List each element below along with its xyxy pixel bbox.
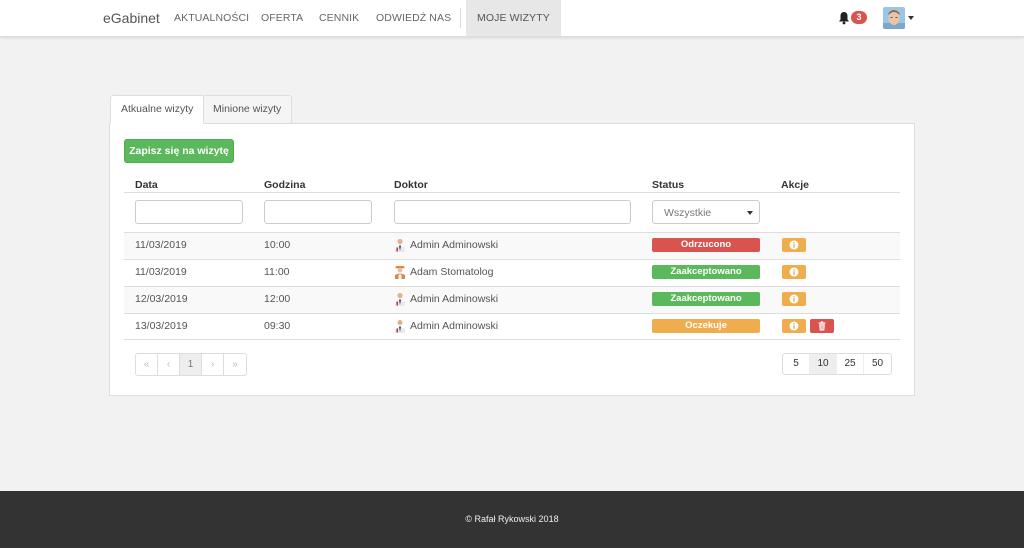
page-size-option[interactable]: 5 — [783, 354, 810, 374]
column-header-status: Status — [652, 179, 685, 191]
info-button[interactable] — [782, 319, 806, 333]
page-prev-button[interactable]: ‹ — [158, 354, 180, 375]
doctor-avatar-icon — [395, 292, 405, 306]
book-visit-button[interactable]: Zapisz się na wizytę — [124, 139, 234, 163]
info-button[interactable] — [782, 238, 806, 252]
page-size-option[interactable]: 50 — [864, 354, 891, 374]
date-filter-input[interactable] — [135, 200, 243, 224]
time-filter-input[interactable] — [264, 200, 372, 224]
info-icon — [789, 267, 799, 277]
table-row: 11/03/2019 10:00 Admin Adminowski Odrzuc… — [124, 232, 900, 259]
cell-time: 09:30 — [264, 320, 291, 332]
nav-item-offer[interactable]: OFERTA — [261, 0, 303, 36]
tab-current-visits[interactable]: Atkualne wizyty — [110, 95, 205, 124]
cell-doctor: Admin Adminowski — [410, 293, 499, 305]
table-row: 13/03/2019 09:30 Admin Adminowski Oczeku… — [124, 313, 900, 340]
table-row: 12/03/2019 12:00 Admin Adminowski Zaakce… — [124, 286, 900, 313]
info-icon — [789, 321, 799, 331]
page-current-button[interactable]: 1 — [180, 354, 202, 375]
nav-item-pricing[interactable]: CENNIK — [319, 0, 359, 36]
page-size-option[interactable]: 25 — [837, 354, 864, 374]
doctor-avatar-icon — [395, 319, 405, 333]
cell-doctor: Admin Adminowski — [410, 239, 499, 251]
cell-date: 13/03/2019 — [135, 320, 188, 332]
status-filter-value: Wszystkie — [664, 207, 712, 219]
page-last-button[interactable]: » — [224, 354, 246, 375]
info-button[interactable] — [782, 265, 806, 279]
info-icon — [789, 294, 799, 304]
nav-divider — [460, 8, 461, 28]
tab-past-visits[interactable]: Minione wizyty — [202, 95, 293, 124]
pagination: « ‹ 1 › » — [135, 353, 247, 376]
top-navbar: eGabinet AKTUALNOŚCI OFERTA CENNIK ODWIE… — [0, 0, 1024, 37]
page-first-button[interactable]: « — [136, 354, 158, 375]
cell-time: 11:00 — [264, 266, 290, 278]
trash-icon — [818, 321, 826, 331]
chevron-down-icon — [747, 211, 753, 215]
column-header-date: Data — [135, 179, 158, 191]
status-badge: Odrzucono — [652, 238, 760, 252]
page-size-option[interactable]: 10 — [810, 354, 837, 374]
page-next-button[interactable]: › — [202, 354, 224, 375]
footer-copyright: © Rafał Rykowski 2018 — [465, 514, 559, 524]
nav-item-news[interactable]: AKTUALNOŚCI — [174, 0, 249, 36]
cell-time: 12:00 — [264, 293, 291, 305]
info-icon — [789, 240, 799, 250]
doctor-filter-input[interactable] — [394, 200, 631, 224]
cell-date: 12/03/2019 — [135, 293, 188, 305]
cell-doctor: Admin Adminowski — [410, 320, 499, 332]
info-button[interactable] — [782, 292, 806, 306]
doctor-avatar-icon — [395, 238, 405, 252]
notification-badge[interactable]: 3 — [851, 11, 867, 24]
bell-icon[interactable] — [838, 11, 850, 25]
page-size-selector: 5 10 25 50 — [782, 353, 892, 375]
cell-doctor: Adam Stomatolog — [410, 266, 494, 278]
status-badge: Oczekuje — [652, 319, 760, 333]
status-filter-select[interactable]: Wszystkie — [652, 200, 760, 224]
dentist-avatar-icon — [395, 266, 405, 279]
status-badge: Zaakceptowano — [652, 292, 760, 306]
nav-item-my-visits[interactable]: MOJE WIZYTY — [466, 0, 561, 36]
header-divider — [124, 192, 900, 193]
page-footer: © Rafał Rykowski 2018 — [0, 491, 1024, 548]
column-header-doctor: Doktor — [394, 179, 428, 191]
cell-date: 11/03/2019 — [135, 239, 187, 251]
column-header-actions: Akcje — [781, 179, 810, 191]
cell-date: 11/03/2019 — [135, 266, 187, 278]
user-avatar[interactable] — [883, 7, 905, 29]
status-badge: Zaakceptowano — [652, 265, 760, 279]
table-row: 11/03/2019 11:00 Adam Stomatolog Zaakcep… — [124, 259, 900, 286]
nav-item-visit-us[interactable]: ODWIEDŹ NAS — [376, 0, 451, 36]
column-header-time: Godzina — [264, 179, 306, 191]
brand-logo[interactable]: eGabinet — [103, 10, 160, 26]
cell-time: 10:00 — [264, 239, 291, 251]
user-menu-chevron-down-icon[interactable] — [908, 16, 914, 20]
delete-button[interactable] — [810, 319, 834, 333]
